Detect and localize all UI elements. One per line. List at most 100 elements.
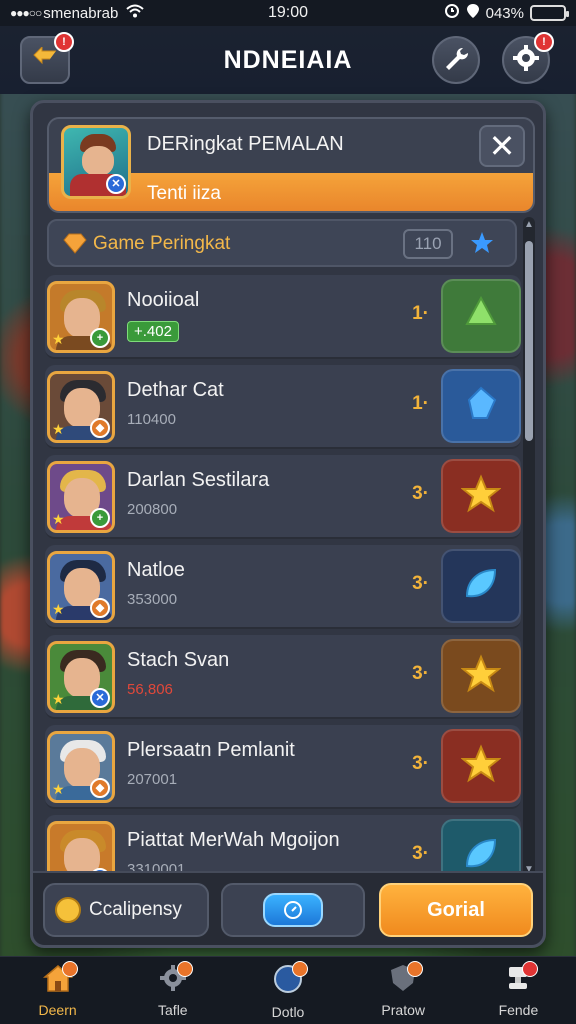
bottom-navigation: Deern Tafle Dotlo Pratow Fende: [0, 956, 576, 1024]
player-avatar: ★ +: [47, 461, 115, 533]
leaderboard-tab[interactable]: Game Peringkat 110: [47, 219, 517, 267]
player-rank: 3·: [412, 573, 429, 594]
status-time: 19:00: [267, 4, 309, 21]
reward-button[interactable]: [441, 279, 521, 353]
blue-star-icon[interactable]: [469, 230, 495, 261]
player-avatar: ★ ◆: [47, 731, 115, 803]
nav-item-trophy[interactable]: Fende: [461, 957, 576, 1024]
scroll-up-icon[interactable]: ▲: [524, 219, 534, 230]
star-icon: ★: [52, 511, 65, 527]
player-name: Natloe: [127, 559, 185, 581]
blue-leaf-icon: [461, 564, 501, 609]
settings-button[interactable]: !: [502, 32, 554, 84]
player-row[interactable]: ★ ◆ Plersaatn Pemlanit 207001 3·: [45, 725, 521, 809]
gem-icon: [63, 232, 87, 259]
player-name: Darlan Sestilara: [127, 469, 270, 491]
player-row[interactable]: ★ + Darlan Sestilara 200800 3·: [45, 455, 521, 539]
star-icon: ★: [52, 601, 65, 617]
nav-badge: [522, 961, 539, 977]
nav-badge: [292, 961, 308, 977]
nav-badge: [407, 961, 424, 977]
compensation-label: Ccalipensy: [89, 899, 182, 920]
nav-label: Dotlo: [271, 1004, 305, 1020]
top-bar: ! NDNEIAIA !: [0, 26, 576, 94]
player-score: 200800: [127, 501, 178, 518]
player-rank: 3·: [412, 663, 429, 684]
app-title: NDNEIAIA: [223, 46, 353, 74]
class-badge-icon: ◆: [90, 598, 110, 618]
player-row[interactable]: ★ ✕ Stach Svan 56,806 3·: [45, 635, 521, 719]
status-bar: ●●●○○ smenabrab 19:00 043%: [0, 0, 576, 26]
tab-label: Game Peringkat: [93, 233, 231, 254]
nav-label: Fende: [498, 1002, 539, 1018]
player-row[interactable]: ★✕Piattat MerWah Mgoijon33100013·: [45, 815, 521, 875]
middle-button[interactable]: [221, 883, 365, 937]
star-icon: ★: [52, 781, 65, 797]
class-badge-icon: ◆: [90, 778, 110, 798]
panel-footer: Ccalipensy Gorial: [33, 871, 543, 945]
blue-crystal-icon: [461, 384, 501, 429]
player-rank: 1·: [412, 393, 429, 414]
player-avatar: ★✕: [47, 821, 115, 875]
leaderboard-panel: ✕ DERingkat PEMALAN Tenti iiza ✕ Game Pe…: [30, 100, 546, 948]
scroll-thumb[interactable]: [525, 241, 533, 441]
player-avatar: ★ ◆: [47, 371, 115, 443]
class-icon: ✕: [106, 174, 126, 194]
nav-label: Deern: [38, 1002, 77, 1018]
confirm-button[interactable]: Gorial: [379, 883, 533, 937]
green-gem-icon: [461, 294, 501, 339]
close-button[interactable]: ✕: [479, 125, 525, 167]
player-name: Stach Svan: [127, 649, 230, 671]
reward-button[interactable]: [441, 639, 521, 713]
nav-item-compass[interactable]: Dotlo: [230, 957, 345, 1024]
player-name: Nooiioal: [127, 289, 200, 311]
player-score: 56,806: [127, 681, 173, 698]
player-score: 353000: [127, 591, 178, 608]
player-row[interactable]: ★ ◆ Dethar Cat 110400 1·: [45, 365, 521, 449]
player-score: +.402: [127, 321, 179, 342]
settings-badge: !: [534, 32, 554, 52]
nav-label: Tafle: [158, 1002, 188, 1018]
player-rank: 3·: [412, 483, 429, 504]
reward-button[interactable]: [441, 459, 521, 533]
class-badge-icon: +: [90, 328, 110, 348]
player-name: Plersaatn Pemlanit: [127, 739, 295, 761]
player-rank: 3·: [412, 843, 429, 864]
class-badge-icon: ✕: [90, 688, 110, 708]
reward-button[interactable]: [441, 819, 521, 875]
panel-header: ✕ DERingkat PEMALAN Tenti iiza ✕: [47, 117, 535, 213]
blue-leaf-icon: [461, 834, 501, 876]
gold-star-icon: [460, 473, 502, 519]
star-icon: ★: [52, 691, 65, 707]
compensation-button[interactable]: Ccalipensy: [43, 883, 209, 937]
player-row[interactable]: ★ ◆ Natloe 353000 3·: [45, 545, 521, 629]
reward-button[interactable]: [441, 549, 521, 623]
compass-pill-icon: [263, 893, 323, 927]
player-rank: 3·: [412, 753, 429, 774]
player-avatar: ★ +: [47, 281, 115, 353]
player-name: Piattat MerWah Mgoijon: [127, 829, 340, 851]
nav-badge: [61, 961, 78, 977]
player-score: 207001: [127, 771, 178, 788]
nav-item-shield[interactable]: Pratow: [346, 957, 461, 1024]
player-avatar: ★✕: [47, 641, 115, 713]
player-row[interactable]: ★ + Nooiioal +.402 1·: [45, 275, 521, 359]
battery-icon: [530, 5, 569, 21]
player-avatar: ★ ◆: [47, 551, 115, 623]
player-avatar[interactable]: ✕: [61, 125, 131, 199]
scrollbar[interactable]: ▲ ▼: [523, 217, 535, 877]
tools-button[interactable]: [432, 36, 480, 84]
nav-item-home[interactable]: Deern: [0, 957, 115, 1024]
reward-button[interactable]: [441, 729, 521, 803]
class-badge-icon: ◆: [90, 418, 110, 438]
nav-label: Pratow: [381, 1002, 425, 1018]
nav-badge: [176, 961, 193, 977]
reward-button[interactable]: [441, 369, 521, 443]
player-name: Dethar Cat: [127, 379, 224, 401]
wrench-icon: [443, 45, 469, 76]
coin-icon: [55, 897, 81, 923]
player-rank: 1·: [412, 303, 429, 324]
nav-item-gear[interactable]: Tafle: [115, 957, 230, 1024]
panel-title: DERingkat PEMALAN: [147, 133, 344, 155]
star-icon: ★: [52, 331, 65, 347]
